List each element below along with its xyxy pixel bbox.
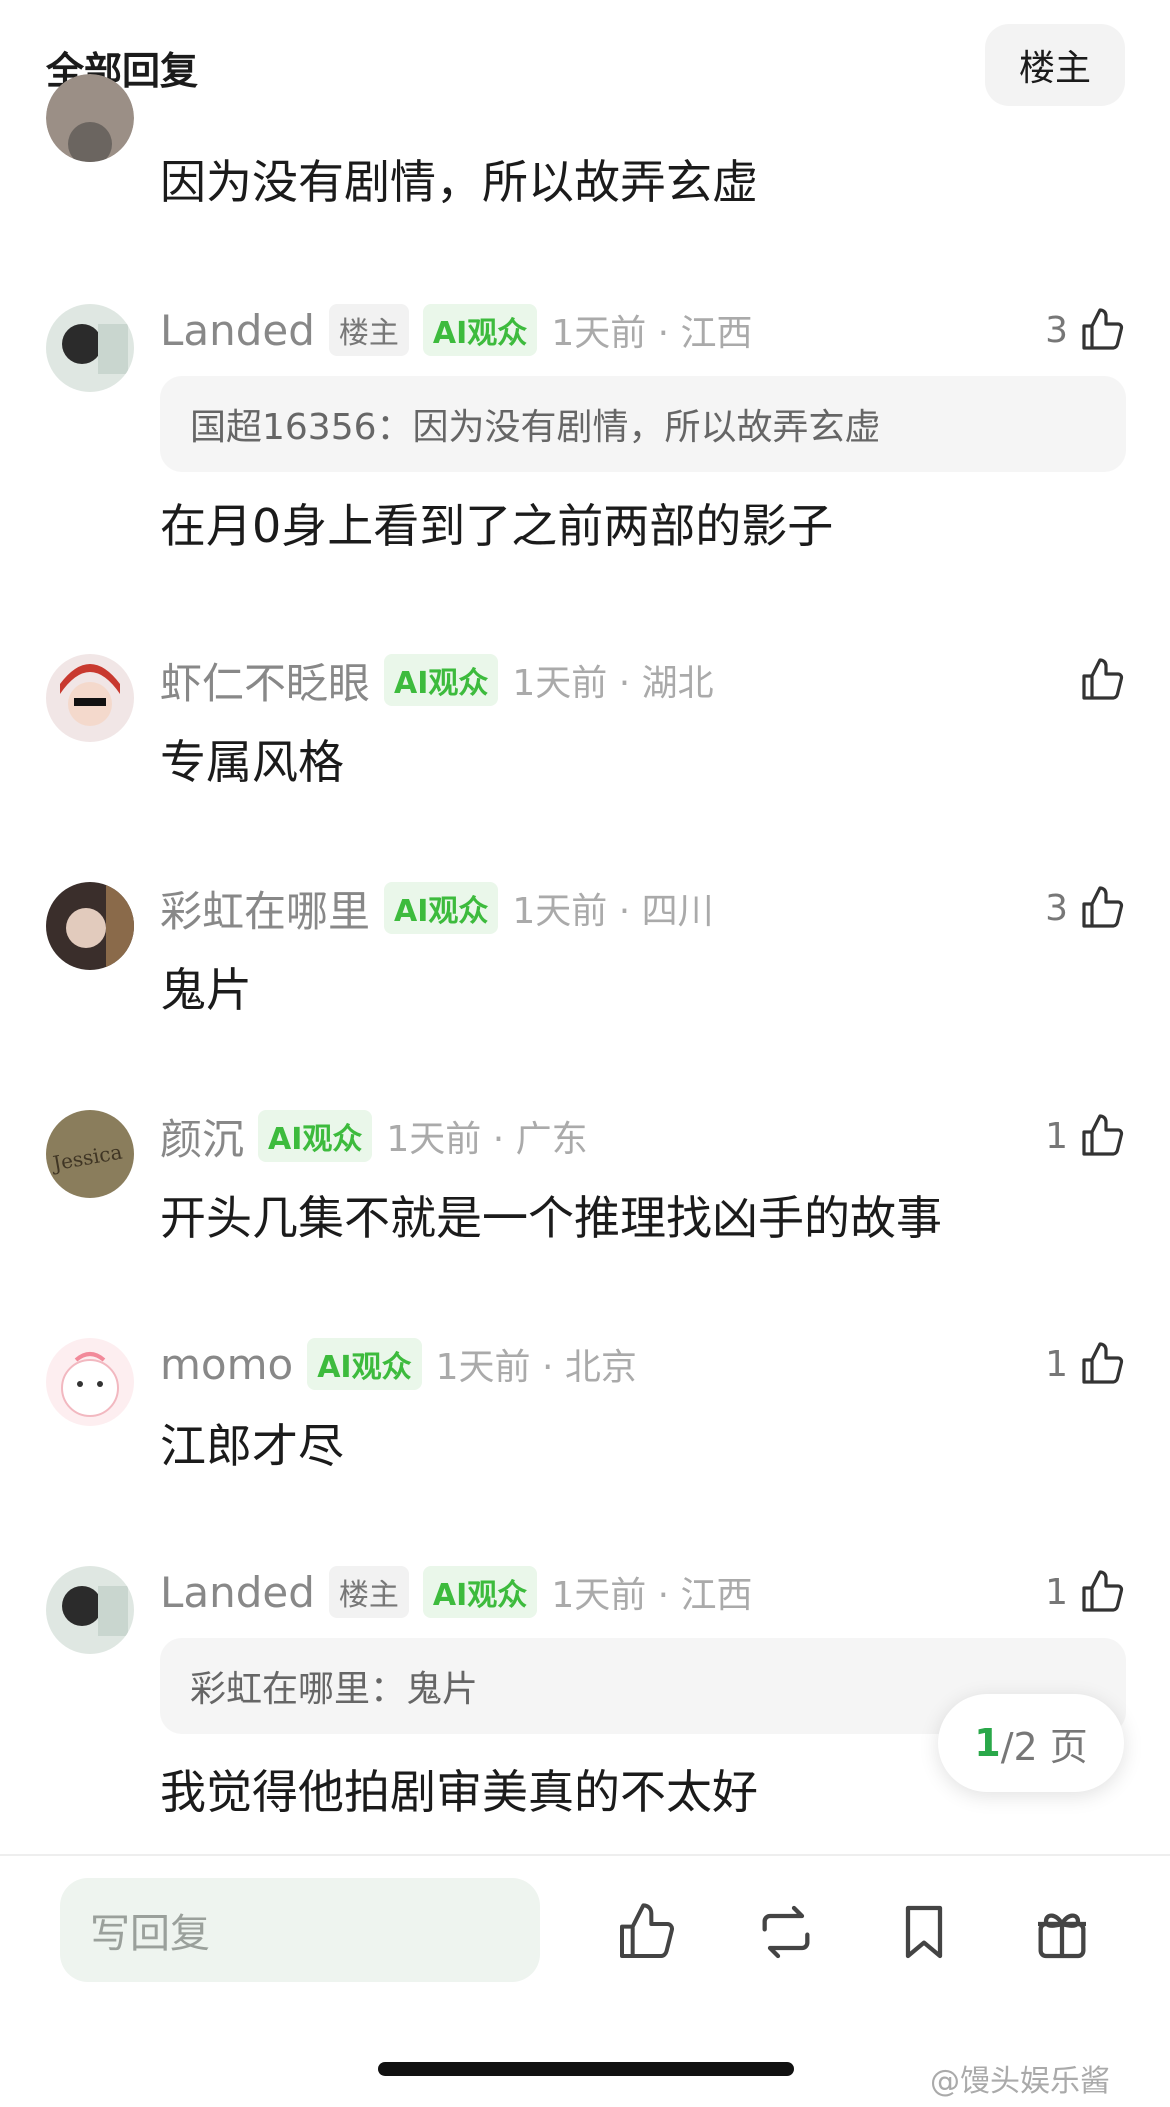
- comment-item: momo AI观众 1天前 · 北京 1 江郎才尽: [0, 1334, 1170, 1484]
- comment-content: 江郎才尽: [160, 1419, 344, 1473]
- like-button[interactable]: 3: [1045, 878, 1126, 938]
- comment-item: Landed 楼主 AI观众 1天前 · 江西 3 国超16356：因为没有剧情…: [0, 300, 1170, 580]
- like-button[interactable]: 3: [1045, 300, 1126, 360]
- avatar[interactable]: Jessica: [46, 1110, 134, 1198]
- avatar[interactable]: [46, 1566, 134, 1654]
- like-button[interactable]: 1: [1045, 1334, 1126, 1394]
- like-button[interactable]: 1: [1045, 1562, 1126, 1622]
- like-count: 3: [1045, 309, 1068, 351]
- comment-item: 虾仁不眨眼 AI观众 1天前 · 湖北 专属风格: [0, 650, 1170, 800]
- comment-content: 因为没有剧情，所以故弄玄虚: [160, 155, 758, 209]
- header: 全部回复 楼主: [0, 0, 1170, 118]
- thumb-up-icon: [1082, 658, 1124, 700]
- bookmark-icon[interactable]: [892, 1900, 956, 1964]
- username[interactable]: Landed: [160, 1568, 315, 1617]
- thumb-up-icon: [1082, 1570, 1124, 1612]
- comment-meta: 彩虹在哪里 AI观众 1天前 · 四川: [160, 878, 714, 938]
- avatar[interactable]: [46, 74, 134, 162]
- thumb-up-icon: [1082, 1114, 1124, 1156]
- owner-filter-button[interactable]: 楼主: [985, 24, 1125, 106]
- timestamp-location: 1天前 · 北京: [435, 1347, 637, 1388]
- avatar[interactable]: [46, 304, 134, 392]
- like-count: 3: [1045, 887, 1068, 929]
- username[interactable]: 彩虹在哪里: [160, 878, 370, 939]
- timestamp-location: 1天前 · 四川: [512, 891, 714, 932]
- comment-item: Jessica 颜沉 AI观众 1天前 · 广东 1 开头几集不就是一个推理找凶…: [0, 1106, 1170, 1256]
- like-count: 1: [1045, 1115, 1068, 1157]
- home-indicator: [378, 2062, 794, 2076]
- comment-content: 在月0身上看到了之前两部的影子: [160, 499, 834, 553]
- comment-item: 彩虹在哪里 AI观众 1天前 · 四川 3 鬼片: [0, 878, 1170, 1028]
- timestamp-location: 1天前 · 湖北: [512, 663, 714, 704]
- timestamp-location: 1天前 · 江西: [551, 313, 753, 354]
- total-pages: /2 页: [1000, 1724, 1088, 1769]
- thumb-up-icon[interactable]: [614, 1900, 678, 1964]
- thumb-up-icon: [1082, 308, 1124, 350]
- comment-item: 因为没有剧情，所以故弄玄虚: [0, 74, 1170, 278]
- gift-icon[interactable]: [1030, 1900, 1094, 1964]
- owner-badge: 楼主: [328, 1566, 409, 1618]
- comment-meta: momo AI观众 1天前 · 北京: [160, 1334, 637, 1394]
- thumb-up-icon: [1082, 1342, 1124, 1384]
- username[interactable]: 颜沉: [160, 1106, 244, 1167]
- comment-meta: Landed 楼主 AI观众 1天前 · 江西: [160, 300, 753, 360]
- avatar[interactable]: [46, 882, 134, 970]
- username[interactable]: Landed: [160, 306, 315, 355]
- owner-badge: 楼主: [328, 304, 409, 356]
- like-count: 1: [1045, 1343, 1068, 1385]
- like-button[interactable]: [1078, 650, 1126, 710]
- timestamp-location: 1天前 · 江西: [551, 1575, 753, 1616]
- quoted-reply[interactable]: 国超16356：因为没有剧情，所以故弄玄虚: [160, 376, 1126, 472]
- username[interactable]: momo: [160, 1340, 293, 1389]
- ai-audience-badge: AI观众: [384, 882, 499, 934]
- comment-content: 开头几集不就是一个推理找凶手的故事: [160, 1191, 942, 1245]
- comment-meta: 虾仁不眨眼 AI观众 1天前 · 湖北: [160, 650, 714, 710]
- avatar[interactable]: [46, 1338, 134, 1426]
- current-page: 1: [974, 1721, 1001, 1765]
- username[interactable]: 虾仁不眨眼: [160, 650, 370, 711]
- timestamp-location: 1天前 · 广东: [386, 1119, 588, 1160]
- comment-meta: Landed 楼主 AI观众 1天前 · 江西: [160, 1562, 753, 1622]
- ai-audience-badge: AI观众: [422, 1566, 538, 1618]
- reply-input[interactable]: 写回复: [60, 1878, 540, 1982]
- ai-audience-badge: AI观众: [307, 1338, 422, 1390]
- avatar[interactable]: [46, 654, 134, 742]
- thumb-up-icon: [1082, 886, 1124, 928]
- ai-audience-badge: AI观众: [258, 1110, 373, 1162]
- repost-icon[interactable]: [754, 1900, 818, 1964]
- watermark: @馒头娱乐酱: [930, 2064, 1110, 2099]
- comment-content: 鬼片: [160, 963, 252, 1017]
- comment-content: 我觉得他拍剧审美真的不太好: [160, 1765, 758, 1819]
- pagination-indicator[interactable]: 1 /2 页: [938, 1694, 1124, 1792]
- ai-audience-badge: AI观众: [384, 654, 499, 706]
- like-count: 1: [1045, 1571, 1068, 1613]
- like-button[interactable]: 1: [1045, 1106, 1126, 1166]
- comment-meta: 颜沉 AI观众 1天前 · 广东: [160, 1106, 588, 1166]
- comment-content: 专属风格: [160, 735, 344, 789]
- ai-audience-badge: AI观众: [422, 304, 538, 356]
